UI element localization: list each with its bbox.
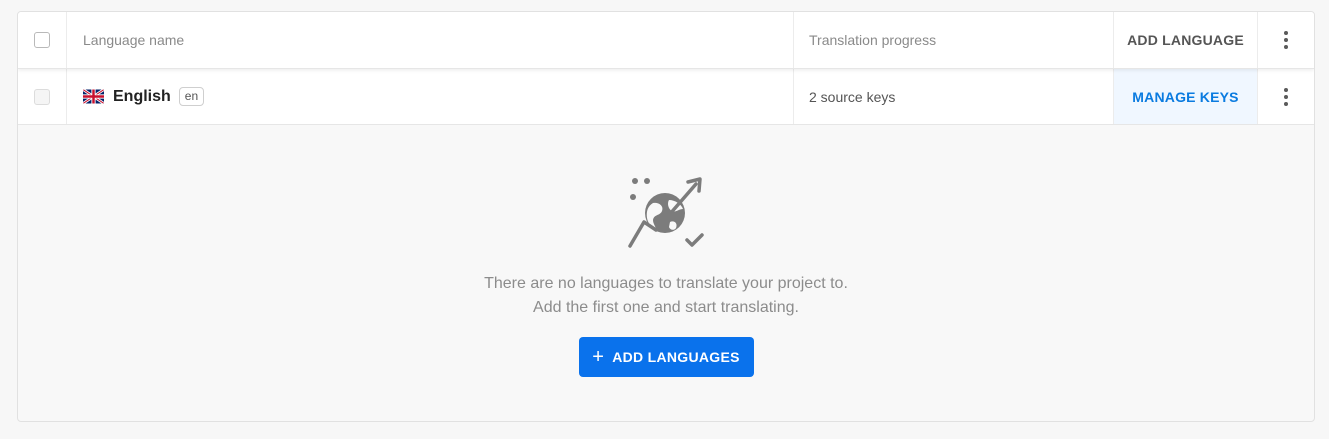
table-header: Language name Translation progress ADD L…	[18, 12, 1314, 69]
manage-keys-button[interactable]: MANAGE KEYS	[1132, 89, 1238, 105]
language-code-badge: en	[178, 87, 205, 106]
add-languages-button[interactable]: + ADD LANGUAGES	[578, 337, 754, 377]
empty-state-line-1: There are no languages to translate your…	[484, 275, 848, 292]
language-name: English	[113, 87, 171, 105]
uk-flag-icon	[83, 89, 104, 104]
row-checkbox[interactable]	[34, 88, 50, 105]
select-all-checkbox[interactable]	[34, 32, 50, 48]
language-name-column-title: Language name	[83, 32, 185, 48]
add-language-button[interactable]: ADD LANGUAGE	[1127, 32, 1244, 48]
kebab-menu-icon[interactable]	[1280, 27, 1292, 53]
languages-panel: Language name Translation progress ADD L…	[17, 11, 1315, 422]
row-select-cell	[18, 69, 67, 124]
empty-state: There are no languages to translate your…	[18, 126, 1314, 421]
translation-progress-header: Translation progress	[794, 12, 1114, 68]
row-kebab-menu-icon[interactable]	[1280, 84, 1292, 110]
header-menu-cell	[1258, 12, 1314, 68]
manage-keys-cell: MANAGE KEYS	[1114, 69, 1258, 124]
add-languages-label: ADD LANGUAGES	[612, 349, 740, 365]
globe-translate-icon	[628, 177, 704, 248]
translation-progress-column-title: Translation progress	[809, 32, 937, 48]
table-row: English en 2 source keys MANAGE KEYS	[18, 69, 1314, 125]
add-language-cell: ADD LANGUAGE	[1114, 12, 1258, 68]
plus-icon: +	[592, 346, 605, 368]
language-name-cell: English en	[67, 69, 794, 124]
translation-progress-cell: 2 source keys	[794, 69, 1114, 124]
select-all-cell	[18, 12, 67, 68]
empty-state-line-2: Add the first one and start translating.	[533, 299, 799, 316]
source-keys-count: 2 source keys	[809, 88, 896, 105]
empty-state-message: There are no languages to translate your…	[484, 272, 848, 320]
row-menu-cell	[1258, 69, 1314, 124]
language-name-header: Language name	[67, 12, 794, 68]
